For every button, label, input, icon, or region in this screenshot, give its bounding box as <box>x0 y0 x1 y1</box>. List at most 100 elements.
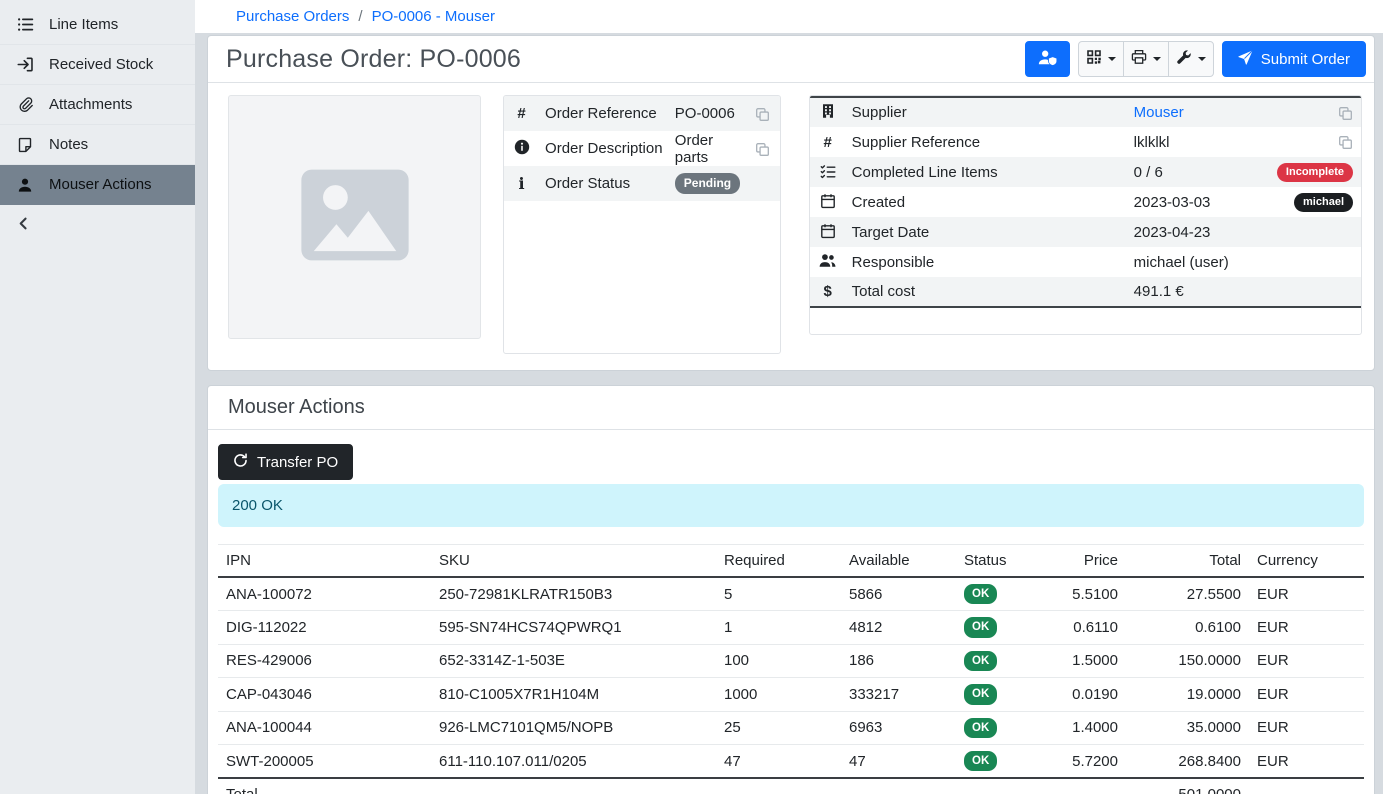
sidebar-item-mouser-actions[interactable]: Mouser Actions <box>0 165 195 205</box>
user-check-icon <box>1038 49 1057 70</box>
supplier-detail-row: Completed Line Items0 / 6Incomplete <box>810 157 1361 187</box>
cell-ipn: SWT-200005 <box>218 744 431 778</box>
refresh-icon <box>233 453 248 472</box>
supplier-detail-row: Target Date2023-04-23 <box>810 217 1361 247</box>
order-details-table: #Order ReferencePO-0006Order Description… <box>504 96 780 201</box>
cell-currency: EUR <box>1249 711 1364 744</box>
copy-icon[interactable] <box>1338 106 1353 121</box>
detail-extra <box>1241 97 1361 127</box>
mouser-actions-panel: Mouser Actions Transfer PO 200 OK IPNSKU… <box>207 385 1375 794</box>
hash-icon: # <box>819 133 837 151</box>
list-icon <box>16 16 34 34</box>
breadcrumb-link-current-order[interactable]: PO-0006 - Mouser <box>372 8 495 25</box>
cell-price: 1.4000 <box>1046 711 1126 744</box>
parts-table-row: ANA-100072250-72981KLRATR150B355866OK5.5… <box>218 577 1364 611</box>
cell-price: 5.7200 <box>1046 744 1126 778</box>
supplier-detail-row: #Supplier Referencelklklkl <box>810 127 1361 157</box>
footer-empty-cell <box>1249 778 1364 794</box>
cell-status: OK <box>956 678 1046 711</box>
footer-total-label: Total <box>218 778 1126 794</box>
print-actions-dropdown[interactable] <box>1123 41 1169 77</box>
column-header-price: Price <box>1046 545 1126 578</box>
cell-status: OK <box>956 644 1046 677</box>
transfer-po-label: Transfer PO <box>257 454 338 471</box>
sidebar-item-received-stock[interactable]: Received Stock <box>0 45 195 85</box>
hash-icon: # <box>513 105 531 123</box>
cell-sku: 611-110.107.011/0205 <box>431 744 716 778</box>
cell-ipn: DIG-112022 <box>218 611 431 644</box>
sidebar-collapse-button[interactable] <box>0 205 195 245</box>
cell-price: 0.0190 <box>1046 678 1126 711</box>
submit-order-button[interactable]: Submit Order <box>1222 41 1366 77</box>
transfer-po-button[interactable]: Transfer PO <box>218 444 353 480</box>
cell-sku: 926-LMC7101QM5/NOPB <box>431 711 716 744</box>
cell-available: 186 <box>841 644 956 677</box>
cell-required: 25 <box>716 711 841 744</box>
ok-badge: OK <box>964 617 997 637</box>
detail-value: PO-0006 <box>669 96 746 131</box>
detail-extra <box>1241 247 1361 277</box>
detail-label: Responsible <box>846 247 1128 277</box>
cell-sku: 810-C1005X7R1H104M <box>431 678 716 711</box>
sidebar-item-line-items[interactable]: Line Items <box>0 5 195 45</box>
calendar-icon <box>819 192 837 210</box>
parts-table-row: DIG-112022595-SN74HCS74QPWRQ114812OK0.61… <box>218 611 1364 644</box>
detail-extra <box>1241 277 1361 307</box>
parts-table-row: SWT-200005611-110.107.011/02054747OK5.72… <box>218 744 1364 778</box>
cell-available: 333217 <box>841 678 956 711</box>
order-actions-toolbar: Submit Order <box>1025 41 1366 77</box>
picture-icon <box>289 149 421 285</box>
copy-icon[interactable] <box>755 142 770 157</box>
parts-table-row: ANA-100044926-LMC7101QM5/NOPB256963OK1.4… <box>218 711 1364 744</box>
ok-badge: OK <box>964 718 997 738</box>
order-image-placeholder[interactable] <box>228 95 481 339</box>
cell-sku: 652-3314Z-1-503E <box>431 644 716 677</box>
send-icon <box>1238 50 1253 69</box>
cell-status: OK <box>956 577 1046 611</box>
paperclip-icon <box>16 96 34 114</box>
detail-label: Order Description <box>539 131 669 166</box>
sidebar-item-notes[interactable]: Notes <box>0 125 195 165</box>
copy-icon[interactable] <box>1338 135 1353 150</box>
pending-badge: Pending <box>675 173 740 194</box>
cell-currency: EUR <box>1249 644 1364 677</box>
detail-value: 2023-03-03 <box>1128 187 1241 217</box>
breadcrumb-link-purchase-orders[interactable]: Purchase Orders <box>236 8 349 25</box>
cell-status: OK <box>956 611 1046 644</box>
detail-value: michael (user) <box>1128 247 1241 277</box>
copy-icon[interactable] <box>755 107 770 122</box>
column-header-required: Required <box>716 545 841 578</box>
panel-title: Mouser Actions <box>228 396 1354 419</box>
cell-total: 0.6100 <box>1126 611 1249 644</box>
detail-extra <box>1241 127 1361 157</box>
submit-order-label: Submit Order <box>1261 51 1350 68</box>
order-options-dropdown[interactable] <box>1168 41 1214 77</box>
cell-price: 5.5100 <box>1046 577 1126 611</box>
user-icon <box>16 176 34 194</box>
incomplete-badge: Incomplete <box>1277 163 1353 183</box>
cell-ipn: CAP-043046 <box>218 678 431 711</box>
sidebar-item-label: Notes <box>49 136 88 153</box>
detail-extra <box>746 96 780 131</box>
dollar-icon: $ <box>819 283 837 301</box>
cell-currency: EUR <box>1249 744 1364 778</box>
parts-table: IPNSKURequiredAvailableStatusPriceTotalC… <box>218 544 1364 794</box>
main-area: Purchase Orders / PO-0006 - Mouser Purch… <box>195 0 1383 794</box>
supplier-detail-row: SupplierMouser <box>810 97 1361 127</box>
chevron-down-icon <box>1198 57 1206 61</box>
detail-label: Order Status <box>539 166 669 201</box>
cell-total: 150.0000 <box>1126 644 1249 677</box>
parts-table-header: IPNSKURequiredAvailableStatusPriceTotalC… <box>218 545 1364 578</box>
cell-ipn: ANA-100044 <box>218 711 431 744</box>
supplier-link[interactable]: Mouser <box>1134 104 1184 121</box>
info-icon: i <box>513 175 531 193</box>
order-card-header: Purchase Order: PO-0006 Submit Order <box>208 36 1374 83</box>
supplier-user-button[interactable] <box>1025 41 1070 77</box>
sidebar-item-attachments[interactable]: Attachments <box>0 85 195 125</box>
supplier-detail-row: $Total cost491.1 € <box>810 277 1361 307</box>
sidebar-item-label: Mouser Actions <box>49 176 152 193</box>
barcode-actions-dropdown[interactable] <box>1078 41 1124 77</box>
detail-extra: michael <box>1241 187 1361 217</box>
page-title: Purchase Order: PO-0006 <box>226 45 521 74</box>
detail-label: Target Date <box>846 217 1128 247</box>
